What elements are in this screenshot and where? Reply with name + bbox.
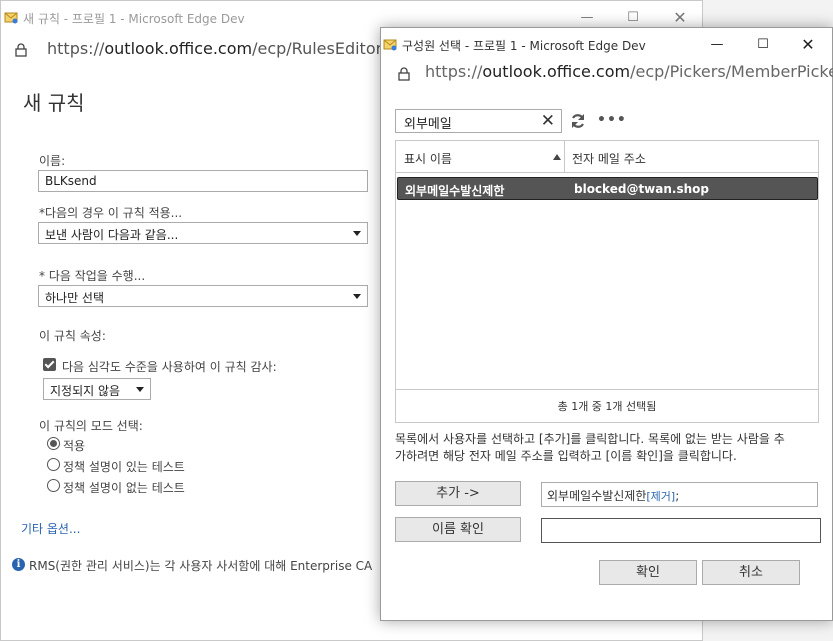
audit-checkbox[interactable] [43, 358, 56, 371]
envelope-app-icon [4, 12, 18, 24]
action-label: * 다음 작업을 수행... [39, 269, 146, 283]
mode-radio-enforce[interactable] [47, 437, 60, 450]
mode-radio-test-with-tips[interactable] [47, 458, 60, 471]
add-button[interactable]: 추가 -> [395, 481, 521, 506]
more-options-link[interactable]: 기타 옵션... [21, 520, 80, 537]
severity-dropdown[interactable]: 지정되지 않음 [43, 378, 151, 400]
mode-label-test-with-tips: 정책 설명이 있는 테스트 [63, 460, 185, 474]
column-email[interactable]: 전자 메일 주소 [572, 150, 646, 167]
maximize-icon[interactable]: ☐ [752, 34, 774, 56]
remove-link[interactable]: [제거] [646, 490, 675, 503]
clear-search-icon[interactable]: ✕ [541, 111, 555, 131]
lock-icon [398, 67, 410, 81]
mode-label: 이 규칙의 모드 선택: [39, 419, 143, 433]
severity-value: 지정되지 않음 [50, 384, 121, 398]
chevron-down-icon [136, 387, 144, 392]
help-line-1: 목록에서 사용자를 선택하고 [추가]를 클릭합니다. 목록에 없는 받는 사람… [395, 432, 785, 446]
refresh-icon[interactable] [570, 113, 586, 129]
address-bar[interactable]: https://outlook.office.com/ecp/Pickers/M… [381, 60, 833, 90]
search-input[interactable]: 외부메일 ✕ [395, 109, 562, 133]
window-title: 새 규칙 - 프로필 1 - Microsoft Edge Dev [23, 12, 245, 26]
member-picker-window: 구성원 선택 - 프로필 1 - Microsoft Edge Dev — ☐ … [380, 27, 833, 621]
url-text[interactable]: https://outlook.office.com/ecp/RulesEdit… [47, 39, 422, 58]
sort-ascending-icon [553, 154, 561, 160]
help-line-2: 가하려면 해당 전자 메일 주소를 입력하고 [이름 확인]을 클릭합니다. [395, 449, 737, 463]
added-members-field[interactable]: 외부메일수발신제한[제거]; [541, 482, 818, 507]
mode-label-enforce: 적용 [63, 439, 86, 453]
added-member-name: 외부메일수발신제한 [547, 489, 647, 503]
close-icon[interactable]: ✕ [797, 34, 819, 56]
title-bar: 구성원 선택 - 프로필 1 - Microsoft Edge Dev — ☐ … [381, 28, 832, 62]
selection-count: 총 1개 중 1개 선택됨 [396, 389, 818, 423]
action-value: 하나만 선택 [45, 291, 105, 305]
minimize-icon[interactable]: — [706, 34, 728, 56]
maximize-icon[interactable]: ☐ [622, 7, 644, 29]
condition-value: 보낸 사람이 다음과 같음... [45, 228, 179, 242]
condition-label: *다음의 경우 이 규칙 적용... [39, 206, 183, 220]
lock-icon [15, 43, 27, 57]
page-title: 새 규칙 [23, 91, 85, 115]
search-value: 외부메일 [404, 117, 452, 132]
condition-dropdown[interactable]: 보낸 사람이 다음과 같음... [38, 222, 368, 244]
added-member-separator: ; [675, 489, 680, 503]
close-icon[interactable]: ✕ [669, 7, 691, 29]
minimize-icon[interactable]: — [576, 7, 598, 29]
member-list: 표시 이름 전자 메일 주소 외부메일수발신제한 blocked@twan.sh… [395, 140, 819, 423]
check-names-button[interactable]: 이름 확인 [395, 517, 521, 542]
name-label: 이름: [39, 154, 66, 168]
column-divider [564, 141, 565, 172]
audit-checkbox-label: 다음 심각도 수준을 사용하여 이 규칙 감사: [62, 360, 277, 374]
row-email: blocked@twan.shop [574, 182, 709, 196]
more-options-icon[interactable]: ••• [597, 112, 627, 128]
properties-label: 이 규칙 속성: [39, 329, 106, 343]
action-dropdown[interactable]: 하나만 선택 [38, 285, 368, 307]
name-field[interactable]: BLKsend [38, 170, 368, 192]
name-entry-input[interactable] [541, 518, 821, 543]
list-header: 표시 이름 전자 메일 주소 [396, 141, 818, 173]
chevron-down-icon [353, 294, 361, 299]
column-display-name[interactable]: 표시 이름 [404, 150, 452, 167]
rms-info-text: RMS(권한 관리 서비스)는 각 사용자 사서함에 대해 Enterprise… [29, 559, 373, 573]
mode-radio-test-without-tips[interactable] [47, 479, 60, 492]
envelope-app-icon [383, 39, 397, 51]
window-title: 구성원 선택 - 프로필 1 - Microsoft Edge Dev [402, 39, 646, 53]
cancel-button[interactable]: 취소 [702, 560, 800, 585]
chevron-down-icon [353, 231, 361, 236]
mode-label-test-without-tips: 정책 설명이 없는 테스트 [63, 481, 185, 495]
help-text: 목록에서 사용자를 선택하고 [추가]를 클릭합니다. 목록에 없는 받는 사람… [395, 431, 821, 465]
info-icon: i [12, 558, 25, 571]
list-item[interactable]: 외부메일수발신제한 blocked@twan.shop [397, 177, 818, 200]
ok-button[interactable]: 확인 [599, 560, 697, 585]
url-text[interactable]: https://outlook.office.com/ecp/Pickers/M… [425, 62, 833, 81]
row-display-name: 외부메일수발신제한 [405, 184, 505, 198]
